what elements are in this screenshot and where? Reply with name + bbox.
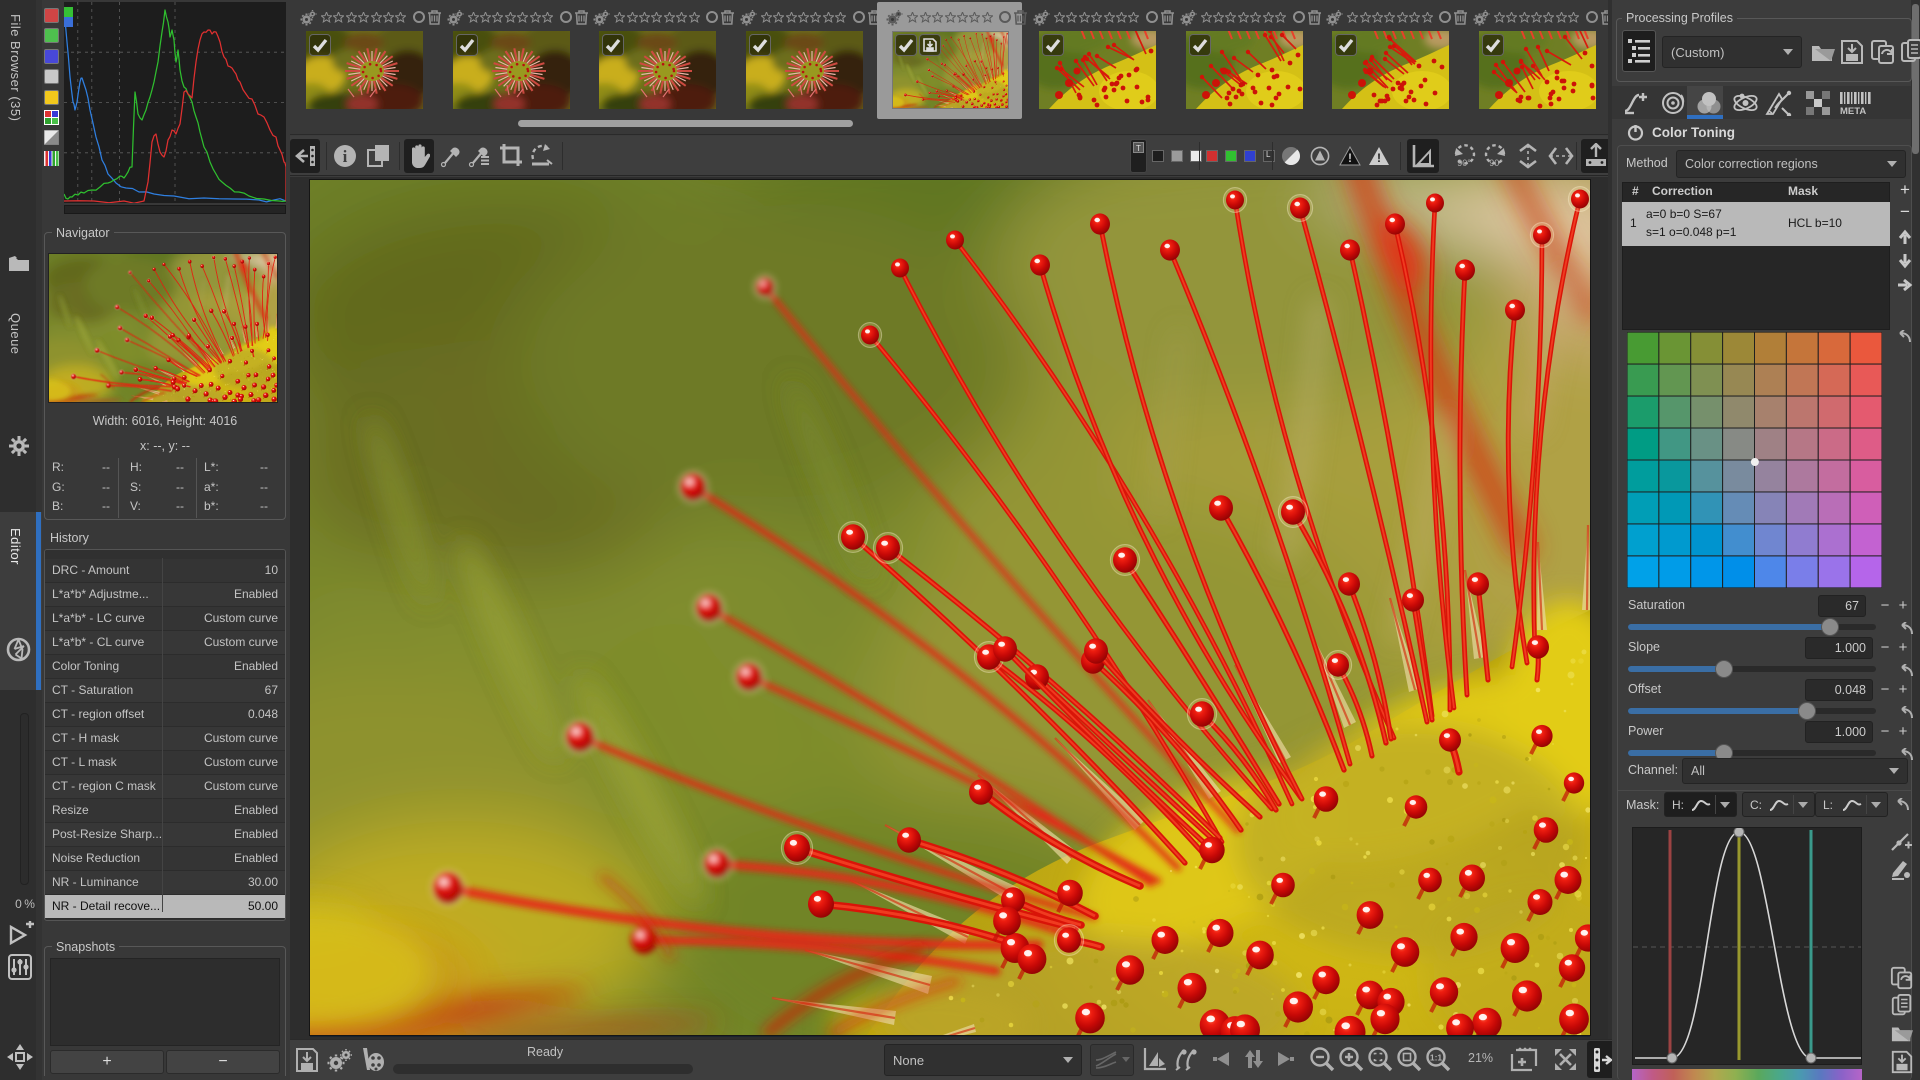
svg-text:i: i [343, 147, 348, 166]
svg-text:!: ! [1348, 151, 1352, 165]
svg-text:1:1: 1:1 [1430, 1053, 1443, 1063]
svg-text:META: META [1840, 106, 1866, 116]
svg-text:!: ! [1377, 151, 1381, 165]
svg-text:90°: 90° [1457, 158, 1471, 168]
svg-text:90°: 90° [1489, 158, 1503, 168]
